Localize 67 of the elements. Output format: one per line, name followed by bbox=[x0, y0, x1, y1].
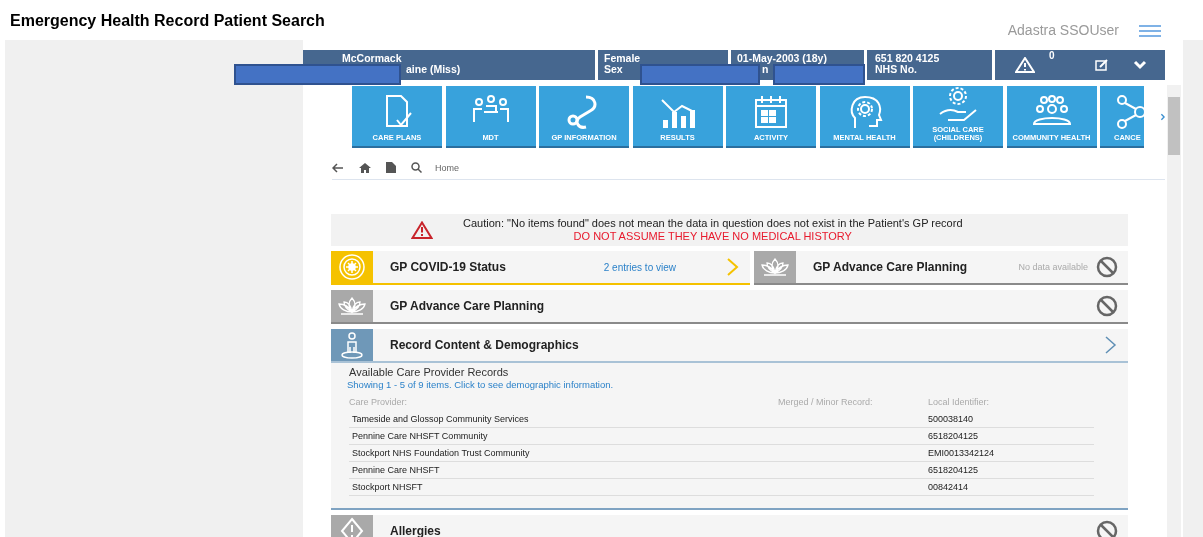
identifier-cell-text: 500038140 bbox=[928, 414, 975, 424]
lotus-icon bbox=[331, 290, 373, 322]
record-row[interactable]: Tameside and Glossop Community Services 500038140 bbox=[349, 411, 1094, 428]
section-header[interactable]: Allergies bbox=[331, 515, 1128, 537]
scrollbar-thumb[interactable] bbox=[1168, 97, 1180, 155]
document-icon[interactable] bbox=[386, 162, 396, 173]
identifier-cell-text: 6518204125 bbox=[928, 431, 980, 441]
breadcrumb-link[interactable]: Home bbox=[435, 162, 459, 173]
section-header[interactable]: GP Advance Care Planning No data available bbox=[754, 251, 1128, 285]
identifier-cell-text: EMI0013342124 bbox=[928, 448, 996, 458]
covid-icon bbox=[331, 251, 373, 283]
home-icon[interactable] bbox=[359, 162, 371, 173]
hand-icon bbox=[938, 86, 978, 122]
alert-count: 0 bbox=[1049, 50, 1055, 61]
entries-link[interactable]: 2 entries to view bbox=[603, 261, 676, 273]
status-note: No data available bbox=[1018, 262, 1088, 272]
dob-value: 01-May-2003 (18y) bbox=[737, 53, 827, 64]
provider-cell-text: Tameside and Glossop Community Services bbox=[351, 414, 530, 424]
back-arrow-icon[interactable] bbox=[332, 162, 344, 173]
lotus-icon bbox=[754, 251, 796, 283]
section-title: Record Content & Demographics bbox=[390, 338, 579, 352]
provider-cell-text: Pennine Care NHSFT Community bbox=[351, 431, 489, 441]
column-header: Merged / Minor Record: bbox=[778, 397, 874, 409]
record-row[interactable]: Stockport NHSFT 00842414 bbox=[349, 479, 1094, 496]
patient-forename: aine (Miss) bbox=[406, 64, 461, 75]
provider-cell-text: Pennine Care NHSFT bbox=[351, 465, 441, 475]
user-name: Adastra SSOUser bbox=[1007, 22, 1119, 38]
section-title: Allergies bbox=[390, 524, 441, 537]
records-summary-link[interactable]: Showing 1 - 5 of 9 items. Click to see demographic information. bbox=[347, 379, 1128, 390]
warning-icon[interactable] bbox=[1015, 57, 1035, 73]
section-header[interactable]: GP COVID-19 Status 2 entries to view bbox=[331, 251, 750, 285]
sex-value: Female bbox=[604, 53, 641, 64]
search-icon[interactable] bbox=[411, 162, 422, 173]
no-entry-icon bbox=[1096, 256, 1118, 278]
provider-cell-text: Stockport NHSFT bbox=[351, 482, 424, 492]
section-title: GP Advance Care Planning bbox=[390, 299, 545, 313]
chevron-right-icon[interactable] bbox=[1159, 111, 1165, 123]
dob-label: n bbox=[762, 64, 769, 75]
record-row[interactable]: Stockport NHS Foundation Trust Community EMI0013342124 bbox=[349, 445, 1094, 462]
chevron-right-icon bbox=[726, 257, 740, 277]
nhs-number: 651 820 4125 bbox=[875, 53, 940, 64]
identifier-cell-text: 00842414 bbox=[928, 482, 970, 492]
patient-surname: McCormack bbox=[342, 53, 402, 64]
caution-warning: DO NOT ASSUME THEY HAVE NO MEDICAL HISTORY bbox=[573, 230, 852, 243]
identifier-cell-text: 6518204125 bbox=[928, 465, 980, 475]
provider-cell-text: Stockport NHS Foundation Trust Community bbox=[351, 448, 531, 458]
scrollbar[interactable] bbox=[1167, 85, 1181, 537]
chevron-down-icon[interactable] bbox=[1132, 60, 1147, 70]
section-header[interactable]: GP Advance Care Planning bbox=[331, 290, 1128, 324]
column-header: Local Identifier: bbox=[928, 397, 991, 409]
caution-text: Caution: "No items found" does not mean the data in question does not exist in the Patient's GP record bbox=[463, 217, 963, 230]
section-title: GP Advance Care Planning bbox=[813, 260, 968, 274]
section-title: GP COVID-19 Status bbox=[390, 260, 506, 274]
edit-icon[interactable] bbox=[1094, 59, 1109, 71]
warning-icon bbox=[411, 221, 433, 239]
records-title: Available Care Provider Records bbox=[349, 366, 510, 378]
section-header[interactable]: Record Content & Demographics bbox=[331, 329, 1128, 363]
sex-label: Sex bbox=[604, 64, 623, 75]
chevron-right-icon bbox=[1104, 335, 1118, 355]
page-title: Emergency Health Record Patient Search bbox=[10, 12, 325, 30]
nhs-label: NHS No. bbox=[875, 64, 917, 75]
no-entry-icon bbox=[1096, 520, 1118, 537]
no-entry-icon bbox=[1096, 295, 1118, 317]
record-row[interactable]: Pennine Care NHSFT 6518204125 bbox=[349, 462, 1094, 479]
person-icon bbox=[331, 329, 373, 361]
record-row[interactable]: Pennine Care NHSFT Community 6518204125 bbox=[349, 428, 1094, 445]
column-header: Care Provider: bbox=[349, 397, 409, 409]
